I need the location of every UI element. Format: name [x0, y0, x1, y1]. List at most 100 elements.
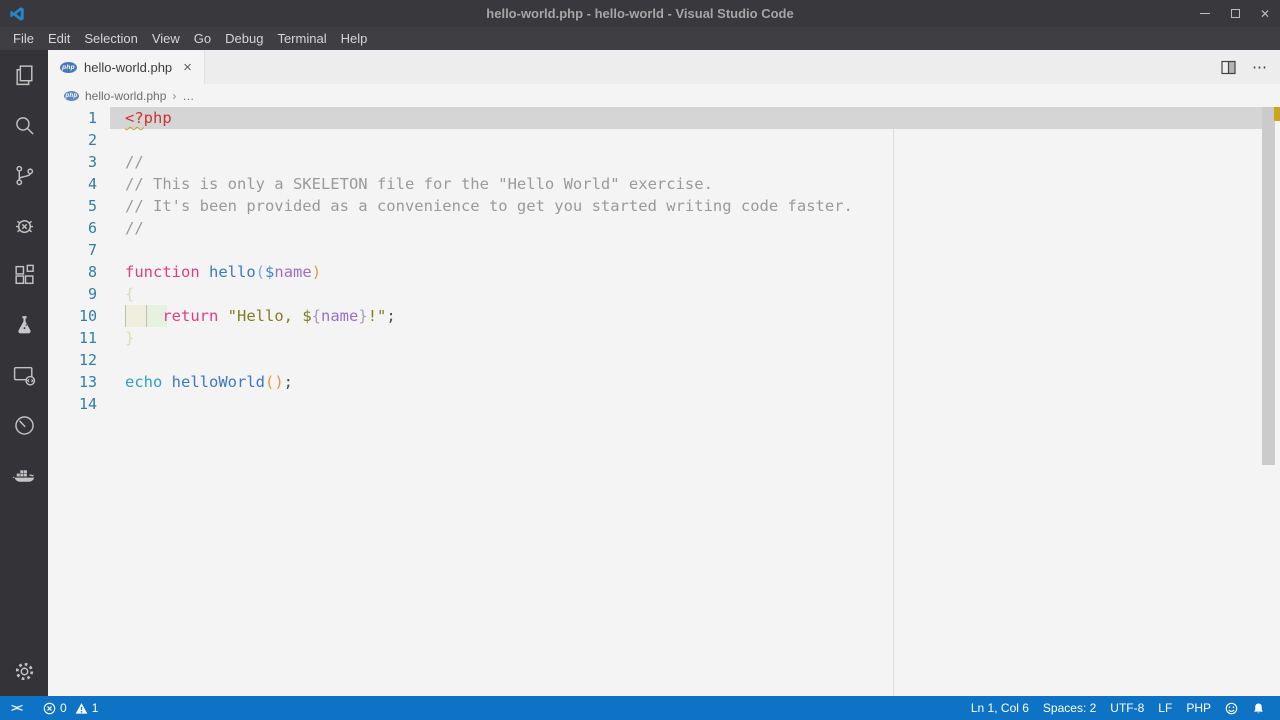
code-line-content[interactable]: //	[110, 151, 1262, 173]
code-line-content[interactable]: echo helloWorld();	[110, 371, 1262, 393]
settings-gear-icon	[12, 659, 37, 684]
code-line[interactable]: 5// It's been provided as a convenience …	[48, 195, 1262, 217]
menu-view[interactable]: View	[145, 29, 187, 48]
line-number: 14	[48, 393, 110, 415]
maximize-button[interactable]	[1220, 0, 1250, 27]
split-editor-icon[interactable]	[1221, 60, 1236, 75]
scrollbar-thumb[interactable]	[1262, 107, 1275, 465]
tab-hello-world-php[interactable]: php hello-world.php ×	[48, 50, 205, 84]
line-number: 1	[48, 107, 110, 129]
activity-search[interactable]	[0, 100, 48, 150]
code-line[interactable]: 6//	[48, 217, 1262, 239]
line-number: 3	[48, 151, 110, 173]
code-line[interactable]: 8function hello($name)	[48, 261, 1262, 283]
code-line[interactable]: 9{	[48, 283, 1262, 305]
code-line-content[interactable]	[110, 349, 1262, 371]
language-mode[interactable]: PHP	[1179, 696, 1218, 720]
activity-source-control[interactable]	[0, 150, 48, 200]
line-number: 13	[48, 371, 110, 393]
close-icon: ✕	[1260, 7, 1270, 21]
code-line[interactable]: 11}	[48, 327, 1262, 349]
minimize-icon	[1200, 13, 1210, 14]
code-line[interactable]: 12	[48, 349, 1262, 371]
code-line-content[interactable]	[110, 129, 1262, 151]
remote-indicator[interactable]: ><	[4, 696, 28, 720]
code-line-content[interactable]: // It's been provided as a convenience t…	[110, 195, 1262, 217]
activity-tests[interactable]	[0, 300, 48, 350]
warnings-icon	[75, 702, 88, 715]
line-number: 5	[48, 195, 110, 217]
code-line-content[interactable]: {	[110, 283, 1262, 305]
menu-edit[interactable]: Edit	[41, 29, 77, 48]
code-editor[interactable]: 1<?php23//4// This is only a SKELETON fi…	[48, 107, 1280, 696]
breadcrumb-item-file[interactable]: hello-world.php	[85, 89, 166, 103]
menu-help[interactable]: Help	[334, 29, 375, 48]
code-line[interactable]: 2	[48, 129, 1262, 151]
code-line[interactable]: 10 return "Hello, ${name}!";	[48, 305, 1262, 327]
code-line-content[interactable]: }	[110, 327, 1262, 349]
code-line[interactable]: 4// This is only a SKELETON file for the…	[48, 173, 1262, 195]
minimize-button[interactable]	[1190, 0, 1220, 27]
menu-bar: File Edit Selection View Go Debug Termin…	[0, 27, 1280, 50]
line-number: 8	[48, 261, 110, 283]
code-line-content[interactable]	[110, 239, 1262, 261]
feedback-button[interactable]	[1218, 696, 1245, 720]
code-line-content[interactable]: //	[110, 217, 1262, 239]
problems-indicator[interactable]: 0 1	[36, 696, 105, 720]
chevron-right-icon: ›	[172, 89, 176, 103]
menu-selection[interactable]: Selection	[77, 29, 144, 48]
menu-debug[interactable]: Debug	[218, 29, 270, 48]
line-number: 9	[48, 283, 110, 305]
line-number: 10	[48, 305, 110, 327]
menu-file[interactable]: File	[6, 29, 41, 48]
activity-debug[interactable]	[0, 200, 48, 250]
code-line[interactable]: 1<?php	[48, 107, 1262, 129]
title-bar: hello-world.php - hello-world - Visual S…	[0, 0, 1280, 27]
overview-ruler-warning-marker	[1274, 107, 1280, 121]
explorer-icon	[12, 63, 37, 88]
code-line-content[interactable]: function hello($name)	[110, 261, 1262, 283]
debug-icon	[12, 213, 37, 238]
activity-bar	[0, 50, 48, 696]
breadcrumb: php hello-world.php › …	[48, 84, 1280, 107]
test-flask-icon	[12, 313, 37, 338]
breadcrumb-item-symbol[interactable]: …	[182, 89, 194, 103]
encoding[interactable]: UTF-8	[1103, 696, 1151, 720]
extensions-icon	[12, 263, 37, 288]
code-line-content[interactable]: // This is only a SKELETON file for the …	[110, 173, 1262, 195]
activity-remote-explorer[interactable]	[0, 350, 48, 400]
menu-go[interactable]: Go	[187, 29, 218, 48]
source-control-icon	[12, 163, 37, 188]
code-line-content[interactable]: return "Hello, ${name}!";	[110, 305, 1262, 327]
activity-explorer[interactable]	[0, 50, 48, 100]
docker-icon	[12, 463, 37, 488]
code-line[interactable]: 7	[48, 239, 1262, 261]
activity-dial[interactable]	[0, 400, 48, 450]
code-line[interactable]: 3//	[48, 151, 1262, 173]
notifications-button[interactable]	[1245, 696, 1272, 720]
line-number: 7	[48, 239, 110, 261]
menu-terminal[interactable]: Terminal	[270, 29, 333, 48]
line-number: 12	[48, 349, 110, 371]
code-lines: 1<?php23//4// This is only a SKELETON fi…	[48, 107, 1262, 415]
notifications-bell-icon	[1252, 702, 1265, 715]
tab-close-icon[interactable]: ×	[183, 59, 192, 76]
activity-extensions[interactable]	[0, 250, 48, 300]
code-line[interactable]: 13echo helloWorld();	[48, 371, 1262, 393]
tab-label: hello-world.php	[84, 60, 172, 75]
tab-bar: php hello-world.php × ⋯	[48, 50, 1280, 84]
cursor-position[interactable]: Ln 1, Col 6	[964, 696, 1036, 720]
remote-explorer-icon	[12, 363, 37, 388]
activity-settings[interactable]	[0, 646, 48, 696]
indentation[interactable]: Spaces: 2	[1036, 696, 1103, 720]
code-line-content[interactable]: <?php	[110, 107, 1262, 129]
eol-sequence[interactable]: LF	[1151, 696, 1179, 720]
activity-bar-spacer	[0, 500, 48, 646]
activity-docker[interactable]	[0, 450, 48, 500]
close-button[interactable]: ✕	[1250, 0, 1280, 27]
editor-group: php hello-world.php × ⋯ php hello-world.…	[48, 50, 1280, 696]
code-line-content[interactable]	[110, 393, 1262, 415]
more-actions-icon[interactable]: ⋯	[1252, 58, 1268, 76]
code-line[interactable]: 14	[48, 393, 1262, 415]
editor-scrollbar[interactable]	[1262, 107, 1280, 696]
